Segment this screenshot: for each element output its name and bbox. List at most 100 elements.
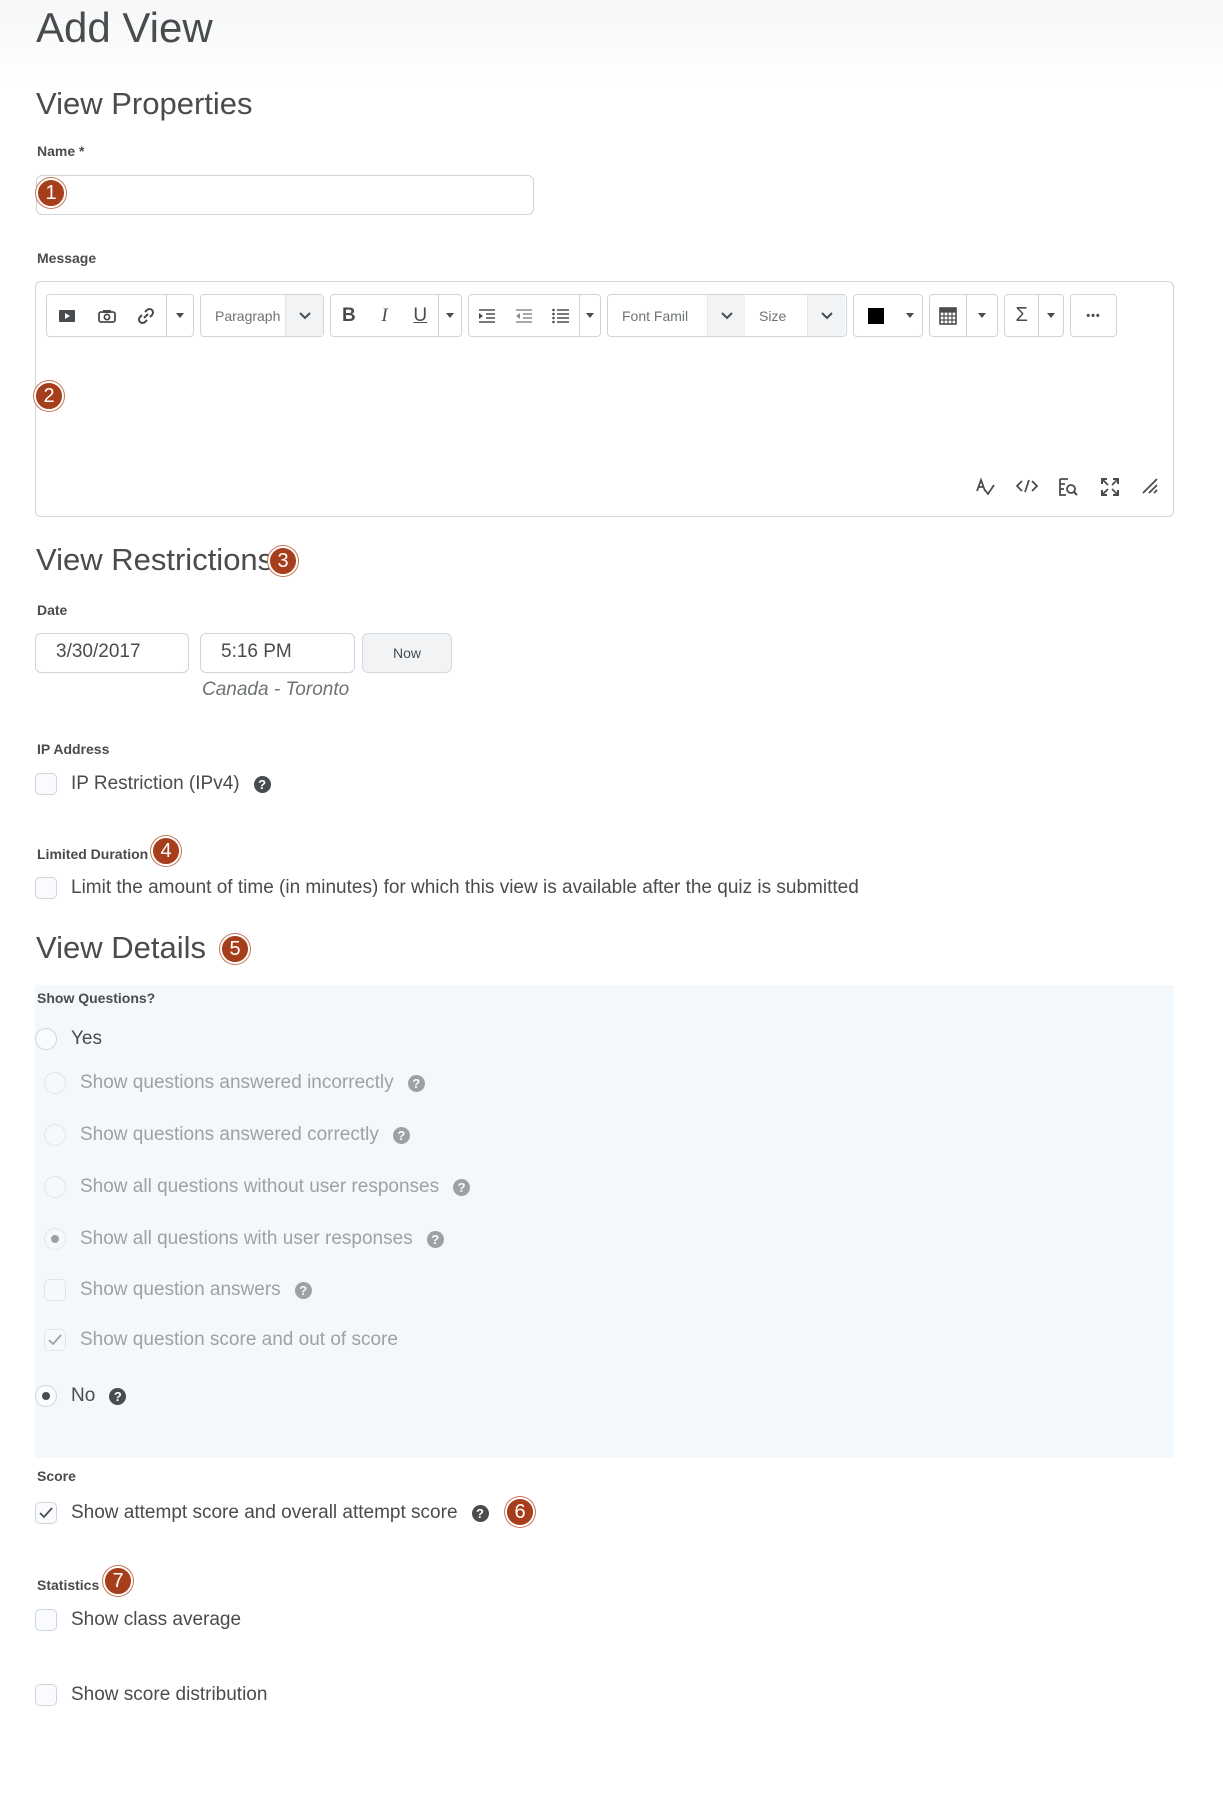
callout-badge-1: 1 (36, 178, 66, 208)
show-questions-panel (35, 985, 1174, 1458)
bold-button[interactable]: B (331, 295, 367, 336)
question-score-checkbox[interactable] (44, 1329, 66, 1351)
insert-stuff-button[interactable] (87, 295, 127, 336)
no-label: No (71, 1385, 96, 1406)
insert-media-button[interactable] (47, 295, 87, 336)
help-icon[interactable]: ? (392, 1126, 410, 1144)
with-responses-radio[interactable] (44, 1228, 66, 1250)
sub-option-label: Show all questions with user responses (80, 1228, 413, 1249)
radio-selected-dot (51, 1235, 59, 1243)
spellcheck-button[interactable] (975, 477, 995, 502)
help-icon[interactable]: ? (407, 1074, 425, 1092)
caret-down-icon (586, 313, 595, 318)
equation-more-dropdown[interactable] (1039, 295, 1063, 336)
score-label: Score (37, 1468, 76, 1484)
show-questions-label: Show Questions? (37, 990, 156, 1006)
yes-label: Yes (71, 1028, 102, 1049)
format-more-dropdown[interactable] (439, 295, 461, 336)
ip-address-label: IP Address (37, 741, 110, 757)
sub-option-row: Show question answers ? (44, 1279, 312, 1301)
chevron-down-icon (285, 295, 323, 336)
list-icon (551, 308, 569, 323)
question-answers-checkbox[interactable] (44, 1279, 66, 1301)
sub-option-label: Show all questions without user response… (80, 1176, 440, 1197)
font-size-select[interactable]: Size (745, 295, 807, 336)
answered-incorrectly-radio[interactable] (44, 1072, 66, 1094)
callout-badge-5: 5 (220, 934, 250, 964)
name-input[interactable] (36, 175, 534, 215)
paragraph-select[interactable]: Paragraph (200, 294, 324, 337)
equation-button[interactable]: Σ (1005, 295, 1038, 336)
font-family-select[interactable]: Font Famil (608, 295, 707, 336)
outdent-button[interactable] (506, 295, 543, 336)
spellcheck-icon (976, 477, 995, 496)
sub-option-label: Show question answers (80, 1279, 281, 1300)
attempt-score-checkbox[interactable] (35, 1502, 57, 1524)
without-responses-radio[interactable] (44, 1176, 66, 1198)
insert-media-icon (58, 309, 75, 322)
limited-duration-row: Limit the amount of time (in minutes) fo… (35, 877, 859, 899)
insert-more-dropdown[interactable] (167, 295, 193, 336)
font-select-group: Font Famil Size (607, 294, 847, 337)
checkmark-icon (39, 1507, 53, 1519)
ip-restriction-label: IP Restriction (IPv4) (71, 773, 240, 794)
more-dots-icon: ••• (1086, 309, 1101, 322)
sub-option-label: Show questions answered correctly (80, 1124, 379, 1145)
list-more-dropdown[interactable] (580, 295, 600, 336)
list-button[interactable] (542, 295, 579, 336)
help-icon[interactable]: ? (453, 1178, 471, 1196)
answered-correctly-radio[interactable] (44, 1124, 66, 1146)
equation-toolbar-group: Σ (1004, 294, 1064, 337)
view-details-heading: View Details (36, 930, 207, 965)
ip-restriction-checkbox[interactable] (35, 773, 57, 795)
table-more-dropdown[interactable] (967, 295, 997, 336)
color-swatch-icon (868, 307, 884, 324)
more-actions-button[interactable]: ••• (1070, 294, 1117, 337)
sub-option-row: Show all questions with user responses ? (44, 1228, 444, 1250)
class-average-checkbox[interactable] (35, 1609, 57, 1631)
insert-link-button[interactable] (126, 295, 166, 336)
callout-badge-4: 4 (151, 836, 181, 866)
message-label: Message (37, 250, 97, 266)
insert-table-button[interactable] (930, 295, 966, 336)
resize-handle[interactable] (1141, 477, 1159, 500)
preview-button[interactable] (1058, 477, 1078, 502)
caret-down-icon (446, 313, 455, 318)
help-icon[interactable]: ? (109, 1387, 127, 1405)
help-icon[interactable]: ? (294, 1281, 312, 1299)
message-editor[interactable]: Paragraph B I U Font Famil Size Σ ••• (35, 281, 1174, 517)
preview-icon (1059, 478, 1078, 496)
time-input[interactable]: 5:16 PM (200, 633, 355, 673)
help-icon[interactable]: ? (471, 1504, 489, 1522)
callout-badge-6: 6 (505, 1497, 535, 1527)
help-icon[interactable]: ? (426, 1230, 444, 1248)
callout-badge-2: 2 (34, 381, 64, 411)
indent-button[interactable] (469, 295, 506, 336)
help-icon[interactable]: ? (253, 775, 271, 793)
fullscreen-button[interactable] (1100, 477, 1120, 502)
limited-duration-checkbox[interactable] (35, 877, 57, 899)
source-code-icon (1015, 479, 1039, 493)
score-option-label: Show attempt score and overall attempt s… (71, 1502, 458, 1523)
radio-selected-dot (42, 1392, 50, 1400)
sub-option-label: Show question score and out of score (80, 1329, 398, 1350)
score-distribution-row: Show score distribution (35, 1684, 267, 1706)
sub-option-row: Show all questions without user response… (44, 1176, 471, 1198)
no-radio[interactable] (35, 1385, 57, 1407)
italic-button[interactable]: I (367, 295, 403, 336)
table-icon (939, 306, 957, 325)
format-toolbar-group: B I U (330, 294, 462, 337)
now-button[interactable]: Now (362, 633, 452, 673)
checkmark-icon (48, 1334, 62, 1346)
class-average-label: Show class average (71, 1609, 242, 1630)
date-input[interactable]: 3/30/2017 (35, 633, 189, 673)
source-code-button[interactable] (1015, 478, 1039, 499)
score-option-row: Show attempt score and overall attempt s… (35, 1502, 489, 1524)
yes-radio[interactable] (35, 1028, 57, 1050)
show-questions-no-row: No ? (35, 1385, 127, 1407)
paragraph-toolbar-group (468, 294, 601, 337)
underline-button[interactable]: U (402, 295, 438, 336)
text-color-select[interactable] (853, 294, 923, 337)
score-distribution-checkbox[interactable] (35, 1684, 57, 1706)
callout-badge-3: 3 (268, 546, 298, 576)
